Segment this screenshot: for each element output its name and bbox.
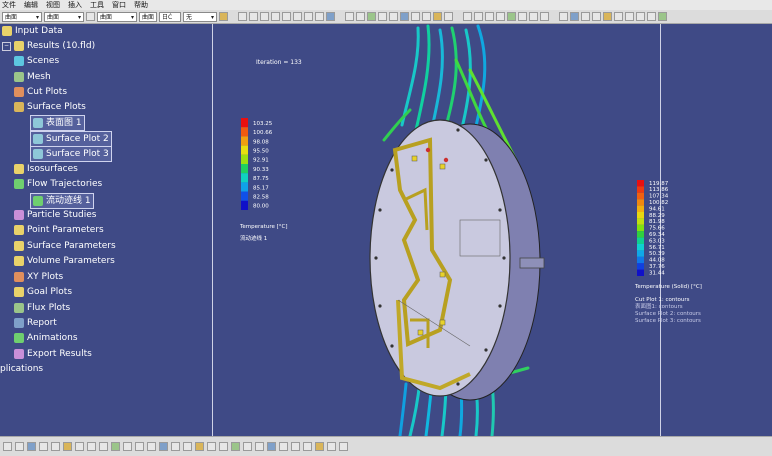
load-results-icon[interactable] [231, 442, 240, 451]
legend-left-swatch [241, 191, 248, 201]
legend-left-value: 80.00 [253, 204, 269, 210]
zoom-in-icon[interactable] [123, 442, 132, 451]
legend-left-value: 92.91 [253, 158, 269, 164]
run-icon[interactable] [219, 442, 228, 451]
legend-right-value: 63.03 [649, 238, 665, 244]
legend-right-value: 81.98 [649, 219, 665, 225]
legend-right-plot-4: Surface Plot 3: contours [635, 318, 701, 324]
rotate-view-icon[interactable] [147, 442, 156, 451]
zoom-fit-icon[interactable] [99, 442, 108, 451]
legend-right-swatch [637, 212, 644, 219]
iteration-label: Iteration = 133 [256, 59, 302, 66]
legend-left-swatch [241, 154, 248, 164]
display-style-icon[interactable] [183, 442, 192, 451]
legend-left-swatch [241, 164, 248, 174]
legend-right-swatch [637, 263, 644, 270]
goal-plot-tool-icon[interactable] [291, 442, 300, 451]
cut-plot-tool-icon[interactable] [243, 442, 252, 451]
legend-left-swatch [241, 182, 248, 192]
copy-icon[interactable] [75, 442, 84, 451]
legend-right-value: 119.87 [649, 181, 669, 187]
save-icon[interactable] [15, 442, 24, 451]
open-icon[interactable] [27, 442, 36, 451]
legend-left-swatch [241, 118, 248, 128]
legend-right-title: Temperature (Solid) [°C] [634, 284, 702, 290]
legend-left-swatch [241, 145, 248, 155]
legend-right-swatch [637, 192, 644, 200]
animation-tool-icon[interactable] [315, 442, 324, 451]
zoom-out-icon[interactable] [135, 442, 144, 451]
legend-left-value: 90.33 [253, 167, 269, 173]
print-icon[interactable] [3, 442, 12, 451]
legend-left-value: 82.58 [253, 195, 269, 201]
flow-simulation-icon[interactable] [207, 442, 216, 451]
legend-left-subtitle: 流动迹线 1 [240, 234, 267, 242]
legend-right-value: 31.44 [649, 270, 665, 276]
redo-icon[interactable] [51, 442, 60, 451]
legend-right-plot-2: 表面图1: contours [635, 302, 683, 310]
solid-temperature-legend: 119.87113.86107.34100.8294.6188.2981.987… [637, 180, 669, 276]
legend-left-value: 87.75 [253, 176, 269, 182]
xy-plot-tool-icon[interactable] [279, 442, 288, 451]
export-tool-icon[interactable] [327, 442, 336, 451]
legend-right-swatch [637, 199, 644, 206]
legend-right-plot-3: Surface Plot 2: contours [635, 311, 701, 317]
legend-right-value: 88.29 [649, 213, 665, 219]
legend-right-value: 75.66 [649, 226, 665, 232]
legend-right-value: 56.71 [649, 245, 665, 251]
legend-left-value: 103.25 [253, 121, 273, 127]
legend-right-value: 107.34 [649, 194, 669, 200]
trajectory-temperature-legend: 103.25 100.66 98.08 95.50 92.91 90.33 87.75 85.… [241, 118, 273, 210]
paste-icon[interactable] [87, 442, 96, 451]
legend-right-value: 94.61 [649, 206, 665, 212]
surface-plot-tool-icon[interactable] [255, 442, 264, 451]
graphics-viewport[interactable]: Iteration = 133 103.25 100.66 98.08 95.50 92… [0, 0, 772, 456]
legend-right-swatch [637, 218, 644, 225]
legend-right-swatch [637, 256, 644, 264]
legend-left-swatch [241, 136, 248, 146]
settings-icon[interactable] [339, 442, 348, 451]
undo-icon[interactable] [39, 442, 48, 451]
bottom-toolbar [0, 436, 772, 456]
legend-right-swatch [637, 250, 644, 257]
cylinder-model [369, 119, 545, 401]
legend-left-value: 98.08 [253, 139, 269, 145]
legend-left-swatch [241, 173, 248, 183]
legend-right-swatch [637, 244, 644, 251]
legend-right-swatch [637, 237, 644, 244]
legend-left-value: 95.50 [253, 149, 269, 155]
legend-right-value: 50.39 [649, 251, 665, 257]
legend-right-swatch [637, 180, 644, 187]
legend-left-title: Temperature [°C] [239, 224, 287, 230]
pan-view-icon[interactable] [159, 442, 168, 451]
zoom-area-icon[interactable] [111, 442, 120, 451]
legend-right-swatch [637, 231, 644, 238]
legend-left-value: 85.17 [253, 185, 269, 191]
legend-left-swatch [241, 200, 248, 210]
legend-right-swatch [637, 269, 644, 276]
section-view-icon[interactable] [195, 442, 204, 451]
legend-right-value: 44.08 [649, 258, 665, 264]
legend-left-value: 100.66 [253, 130, 273, 136]
legend-right-swatch [637, 205, 644, 212]
legend-right-swatch [637, 186, 644, 193]
standard-views-icon[interactable] [171, 442, 180, 451]
legend-right-value: 100.82 [649, 200, 668, 206]
legend-right-value: 113.86 [649, 187, 669, 193]
legend-right-value: 69.34 [649, 232, 665, 238]
legend-right-value: 37.76 [649, 264, 665, 270]
trajectory-tool-icon[interactable] [267, 442, 276, 451]
legend-right-plot-1: Cut Plot 1: contours [635, 297, 690, 303]
legend-left-swatch [241, 127, 248, 137]
report-tool-icon[interactable] [303, 442, 312, 451]
rebuild-icon[interactable] [63, 442, 72, 451]
legend-right-swatch [637, 224, 644, 232]
